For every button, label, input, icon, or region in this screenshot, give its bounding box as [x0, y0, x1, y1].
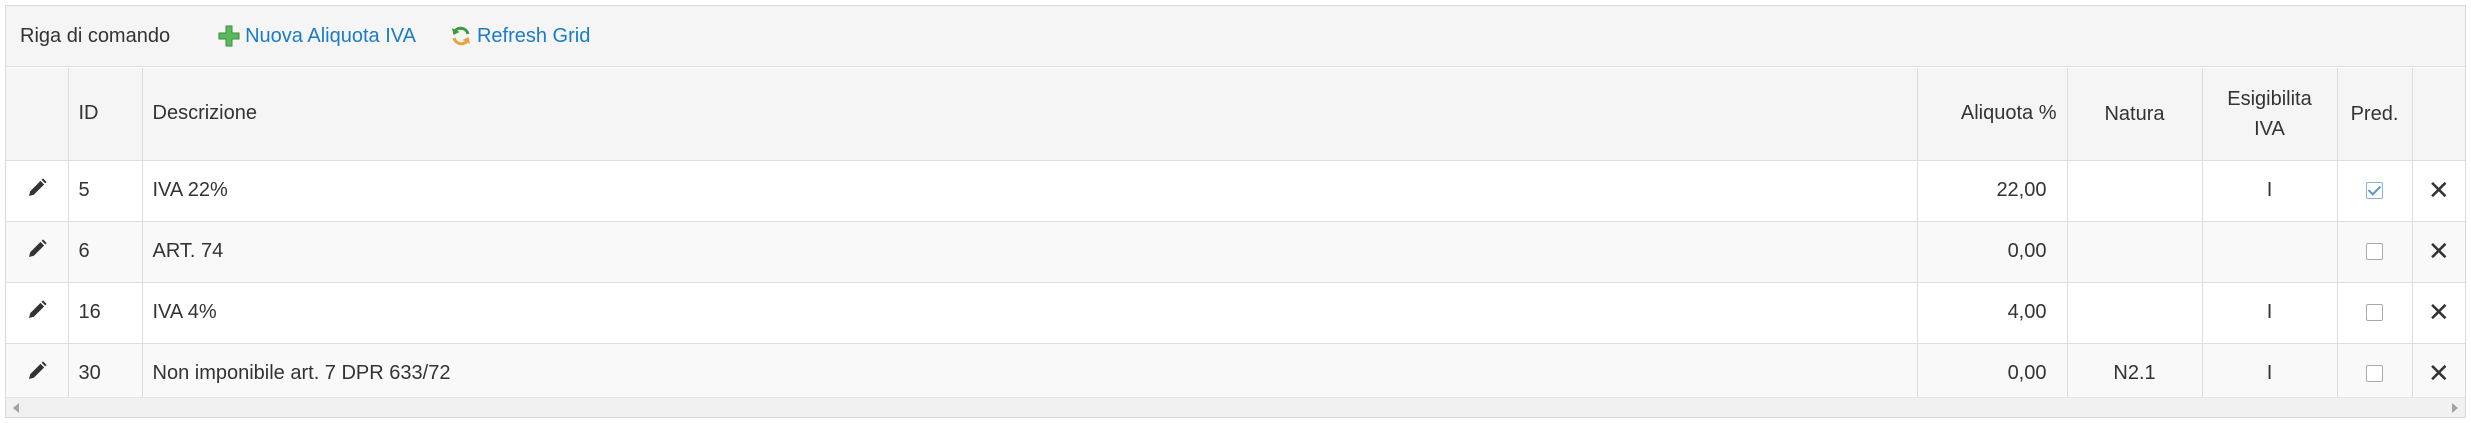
cell-descrizione: ART. 74: [142, 221, 1918, 283]
scroll-left-icon[interactable]: [13, 403, 19, 413]
delete-cell[interactable]: ✕: [2412, 221, 2465, 283]
header-descrizione[interactable]: Descrizione: [142, 68, 1918, 161]
plus-icon: [218, 25, 240, 47]
cell-pred: [2337, 343, 2413, 405]
cell-esigibilita: [2202, 221, 2338, 283]
cell-id: 6: [68, 221, 143, 283]
cell-descrizione: IVA 4%: [142, 282, 1918, 344]
cell-natura: [2067, 282, 2203, 344]
table-row: 5 IVA 22% 22,00 I ✕: [6, 160, 2465, 222]
header-esigibilita[interactable]: Esigibilita IVA: [2202, 68, 2338, 161]
cell-pred: [2337, 221, 2413, 283]
iva-table: ID Descrizione Aliquota % Natura Esigibi…: [6, 68, 2465, 405]
pencil-icon[interactable]: [27, 177, 47, 198]
horizontal-scrollbar[interactable]: [6, 397, 2465, 417]
refresh-grid-button[interactable]: Refresh Grid: [450, 25, 590, 48]
header-id[interactable]: ID: [68, 68, 143, 161]
iva-grid: Riga di comando Nuova Aliquota IVA Refre…: [5, 5, 2466, 418]
close-icon[interactable]: ✕: [2428, 236, 2450, 266]
scroll-right-icon[interactable]: [2452, 403, 2458, 413]
cell-aliquota: 4,00: [1917, 282, 2068, 344]
pred-checkbox[interactable]: [2366, 304, 2383, 322]
close-icon[interactable]: ✕: [2428, 297, 2450, 327]
cell-id: 16: [68, 282, 143, 344]
header-delete: [2412, 68, 2465, 161]
cell-esigibilita: I: [2202, 160, 2338, 222]
close-icon[interactable]: ✕: [2428, 358, 2450, 388]
cell-natura: [2067, 221, 2203, 283]
add-aliquota-button[interactable]: Nuova Aliquota IVA: [218, 25, 416, 48]
cell-pred: [2337, 160, 2413, 222]
table-row: 6 ART. 74 0,00 ✕: [6, 221, 2465, 283]
header-edit: [6, 68, 69, 161]
refresh-icon: [451, 26, 470, 46]
cell-id: 30: [68, 343, 143, 405]
delete-cell[interactable]: ✕: [2412, 160, 2465, 222]
add-aliquota-label: Nuova Aliquota IVA: [245, 24, 416, 47]
cell-aliquota: 0,00: [1917, 221, 2068, 283]
cell-esigibilita: I: [2202, 282, 2338, 344]
cell-descrizione: Non imponibile art. 7 DPR 633/72: [142, 343, 1918, 405]
pencil-icon[interactable]: [27, 360, 47, 381]
cell-descrizione: IVA 22%: [142, 160, 1918, 222]
cell-aliquota: 0,00: [1917, 343, 2068, 405]
table-header-row: ID Descrizione Aliquota % Natura Esigibi…: [6, 68, 2465, 161]
command-bar: Riga di comando Nuova Aliquota IVA Refre…: [6, 6, 2465, 67]
header-natura[interactable]: Natura: [2067, 68, 2203, 161]
delete-cell[interactable]: ✕: [2412, 343, 2465, 405]
table-row: 30 Non imponibile art. 7 DPR 633/72 0,00…: [6, 343, 2465, 405]
pencil-icon[interactable]: [27, 238, 47, 259]
close-icon[interactable]: ✕: [2428, 175, 2450, 205]
edit-cell[interactable]: [6, 343, 69, 405]
pred-checkbox[interactable]: [2366, 365, 2383, 383]
command-bar-title: Riga di comando: [20, 24, 171, 47]
cell-aliquota: 22,00: [1917, 160, 2068, 222]
refresh-grid-label: Refresh Grid: [476, 24, 591, 47]
cell-natura: [2067, 160, 2203, 222]
pred-checkbox[interactable]: [2366, 182, 2383, 200]
cell-pred: [2337, 282, 2413, 344]
cell-id: 5: [68, 160, 143, 222]
header-pred[interactable]: Pred.: [2337, 68, 2413, 161]
edit-cell[interactable]: [6, 160, 69, 222]
header-aliquota[interactable]: Aliquota %: [1917, 68, 2068, 161]
delete-cell[interactable]: ✕: [2412, 282, 2465, 344]
cell-natura: N2.1: [2067, 343, 2203, 405]
pencil-icon[interactable]: [27, 299, 47, 320]
cell-esigibilita: I: [2202, 343, 2338, 405]
edit-cell[interactable]: [6, 221, 69, 283]
table-row: 16 IVA 4% 4,00 I ✕: [6, 282, 2465, 344]
pred-checkbox[interactable]: [2366, 243, 2383, 261]
edit-cell[interactable]: [6, 282, 69, 344]
